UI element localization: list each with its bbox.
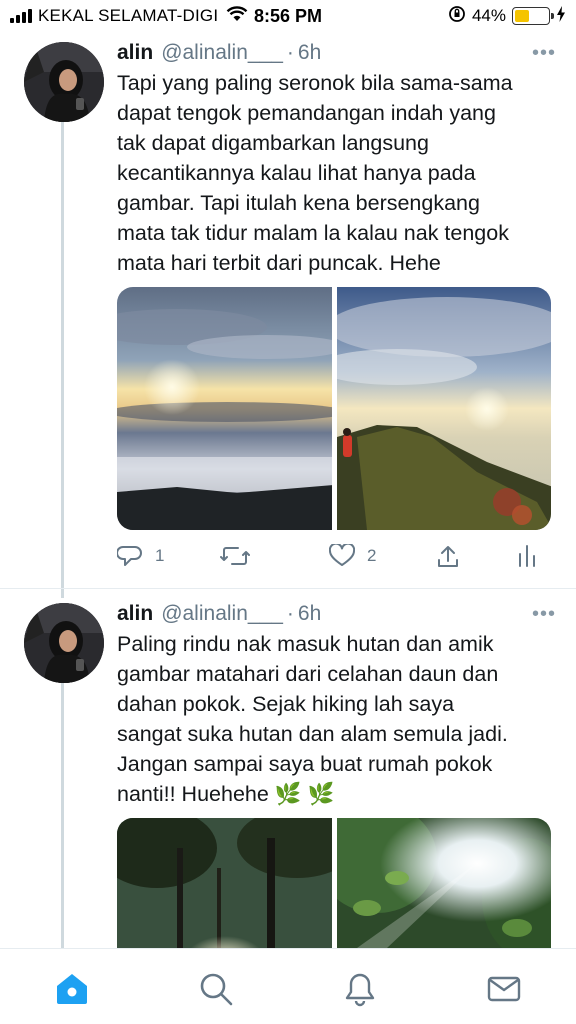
tweet-text: Tapi yang paling seronok bila sama-sama … [117, 71, 513, 275]
share-icon [438, 546, 458, 567]
nav-messages[interactable] [484, 969, 524, 1009]
tweet-header: alin @alinalin___ · 6h ••• [117, 38, 556, 68]
charging-icon [556, 5, 566, 27]
like-button[interactable]: 2 [329, 544, 376, 568]
analytics-icon [519, 545, 535, 567]
home-icon [57, 974, 87, 1004]
tweet-divider [0, 588, 576, 589]
nav-notifications[interactable] [340, 969, 380, 1009]
more-options-icon[interactable]: ••• [532, 603, 556, 626]
tweet-time[interactable]: 6h [298, 41, 321, 65]
thread-line [61, 122, 64, 598]
retweet-button[interactable] [220, 544, 250, 568]
tweet-header: alin @alinalin___ · 6h ••• [117, 599, 556, 629]
like-count: 2 [367, 546, 377, 565]
thread-line [61, 682, 64, 948]
notifications-icon [345, 973, 375, 1007]
avatar[interactable] [24, 42, 104, 122]
reply-count: 1 [155, 546, 165, 565]
tweet-actions: 1 2 [117, 544, 551, 574]
battery-icon [512, 7, 554, 25]
separator: · [286, 41, 294, 64]
signal-icon [10, 9, 32, 23]
hikers-on-ridge-sunrise-photo[interactable] [336, 287, 551, 530]
share-button[interactable] [435, 544, 461, 570]
forest-canopy-sunlight-photo[interactable] [117, 818, 332, 948]
reply-icon [117, 546, 142, 566]
tweet-time[interactable]: 6h [298, 602, 321, 626]
heart-icon [329, 544, 355, 566]
retweet-icon [220, 547, 250, 565]
display-name[interactable]: alin [117, 41, 153, 65]
wifi-icon [226, 5, 248, 27]
tweet-media[interactable] [117, 818, 551, 948]
battery-percent: 44% [471, 6, 506, 25]
bottom-nav [0, 948, 576, 1024]
separator: · [286, 602, 294, 625]
avatar[interactable] [24, 603, 104, 683]
tweet-text: Paling rindu nak masuk hutan dan amik ga… [117, 632, 508, 806]
messages-icon [487, 976, 521, 1002]
nav-home[interactable] [52, 969, 92, 1009]
tweet-1[interactable] [0, 0, 576, 1]
user-handle[interactable]: @alinalin___ [161, 41, 283, 65]
search-icon [200, 973, 233, 1006]
reply-button[interactable]: 1 [117, 544, 164, 568]
more-options-icon[interactable]: ••• [532, 42, 556, 65]
nav-search[interactable] [196, 969, 236, 1009]
tweet-media[interactable] [117, 287, 551, 530]
status-bar: KEKAL SELAMAT-DIGI 8:56 PM 44% [0, 0, 576, 32]
sunrise-above-clouds-photo[interactable] [117, 287, 332, 530]
display-name[interactable]: alin [117, 602, 153, 626]
carrier-name: KEKAL SELAMAT-DIGI [38, 6, 219, 25]
analytics-button[interactable] [517, 544, 537, 568]
orientation-lock-icon [448, 5, 466, 28]
sun-through-leaves-photo[interactable] [336, 818, 551, 948]
user-handle[interactable]: @alinalin___ [161, 602, 283, 626]
